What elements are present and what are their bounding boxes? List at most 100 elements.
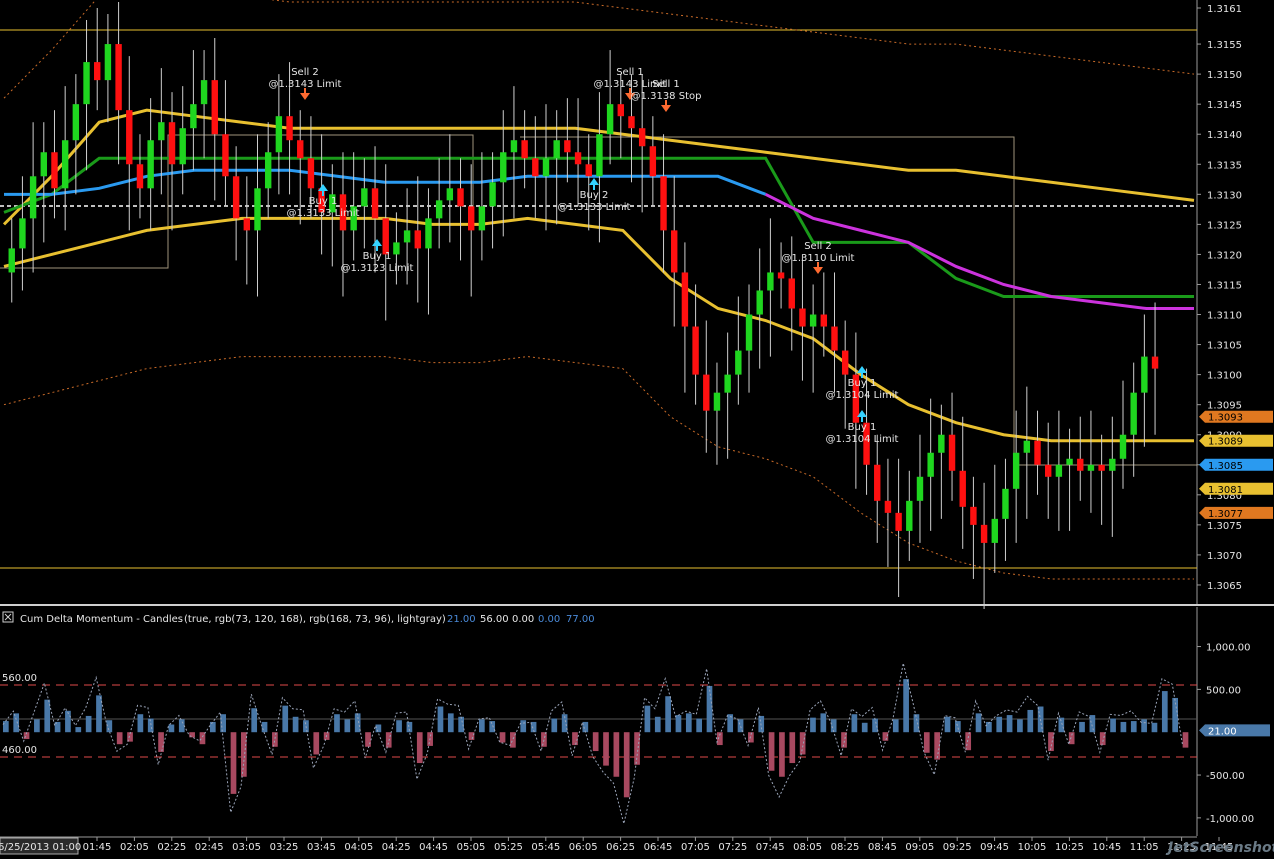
price-tag-label: 1.3093 [1208,413,1243,424]
candle-up [510,140,518,153]
time-axis-tick-label: 07:05 [681,842,710,853]
candle-down [692,326,699,375]
candle-down [521,140,528,159]
delta-bar-negative [965,732,972,751]
candle-down [703,374,710,411]
price-axis-tick-label: 1.3150 [1207,70,1242,81]
delta-bar-negative [1182,732,1189,748]
time-axis-tick-label: 10:25 [1055,842,1084,853]
candle-down [831,326,838,351]
delta-bar-positive [292,716,299,733]
delta-bar-negative [541,732,547,747]
candle-down [211,80,218,135]
candle-up [745,314,753,351]
delta-axis-tick-label: 500.00 [1206,685,1241,696]
delta-bar-positive [1089,715,1096,733]
time-axis-tick-label: 01:45 [83,842,112,853]
time-axis-tick-label: 11:05 [1130,842,1159,853]
delta-bar-negative [116,732,123,745]
candle-down [1034,440,1041,465]
time-axis-tick-label: 07:45 [756,842,785,853]
price-tag-label: 1.3089 [1208,437,1243,448]
panel-params: (true, rgb(73, 120, 168), rgb(168, 73, 9… [184,614,446,625]
time-axis-tick-label: 08:25 [831,842,860,853]
price-axis-tick-label: 1.3075 [1207,521,1242,532]
candle-up [19,218,26,249]
price-axis-tick-label: 1.3145 [1207,100,1242,111]
candle-down [243,218,251,231]
param-value-3: 0.00 [512,614,534,625]
delta-bar-negative [1099,732,1106,746]
delta-bar-negative [468,732,475,740]
price-axis-tick-label: 1.3140 [1207,130,1242,141]
delta-bar-positive [696,718,702,733]
candle-up [147,140,154,189]
candle-up [403,230,411,243]
candle-down [820,314,828,327]
candle-down [371,188,379,219]
candle-up [489,182,496,207]
time-axis-tick-label: 03:25 [270,842,299,853]
candle-up [809,314,817,327]
candle-down [1098,464,1105,471]
candle-up [500,152,507,183]
candle-up [254,188,261,231]
annotation-line-1: Buy 1 [848,422,877,433]
price-axis-tick-label: 1.3115 [1207,280,1242,291]
candle-up [713,392,721,411]
candle-up [767,272,774,291]
price-axis-tick-label: 1.3110 [1207,311,1242,322]
delta-bar-negative [272,732,278,747]
candle-up [906,500,913,531]
time-axis-tick-label: 08:45 [868,842,897,853]
time-axis[interactable]: 6/25/2013 01:00 01:45 02:05 02:25 02:45 03:0… [0,836,1274,855]
annotation-line-2: @1.3104 Limit [826,434,899,445]
annotation-line-2: @1.3133 Limit [558,202,631,213]
param-value-2: 56.00 [480,614,509,625]
candle-down [51,152,58,189]
time-axis-tick-label: 09:05 [905,842,934,853]
time-axis-tick-label: 02:25 [157,842,186,853]
delta-bar-positive [251,708,258,733]
delta-bar-negative [241,732,247,777]
time-axis-tick-label: 09:25 [943,842,972,853]
price-panel[interactable]: Sell 2@1.3143 LimitSell 1@1.3143 LimitSe… [0,0,1198,610]
candle-down [232,176,240,219]
time-axis-start-label: 6/25/2013 01:00 [0,842,81,853]
candle-up [1130,392,1137,435]
chart-canvas[interactable]: Sell 2@1.3143 LimitSell 1@1.3143 LimitSe… [0,0,1274,856]
delta-bar-negative [230,732,237,794]
time-axis-tick-label: 05:05 [457,842,486,853]
price-axis-tick-label: 1.3130 [1207,190,1242,201]
annotation-line-1: Sell 2 [291,67,319,78]
candle-up [83,62,90,105]
candle-down [1077,458,1084,471]
candle-up [1002,488,1009,519]
delta-bar-negative [882,732,889,741]
candle-up [606,104,614,135]
candle-down [948,434,956,471]
time-axis-tick-label: 04:05 [344,842,373,853]
candle-up [393,242,400,255]
delta-bar-negative [199,732,206,745]
delta-bar-negative [189,732,195,738]
annotation-line-1: Buy 2 [580,190,609,201]
price-axis-tick-label: 1.3161 [1207,4,1242,15]
candle-down [115,44,122,111]
candle-up [72,104,80,141]
candle-down [777,272,785,279]
candle-up [8,248,15,273]
time-axis-tick-label: 06:45 [644,842,673,853]
delta-bar-positive [375,724,382,733]
candle-up [190,104,197,129]
candle-up [991,518,998,543]
delta-bar-positive [303,720,309,733]
candle-up [446,188,454,201]
time-axis-tick-label: 08:05 [793,842,822,853]
price-axis-tick-label: 1.3105 [1207,341,1242,352]
candle-up [61,140,69,189]
delta-bar-positive [892,719,899,733]
candle-up [264,152,272,189]
candle-up [435,200,443,219]
candle-up [361,188,368,207]
